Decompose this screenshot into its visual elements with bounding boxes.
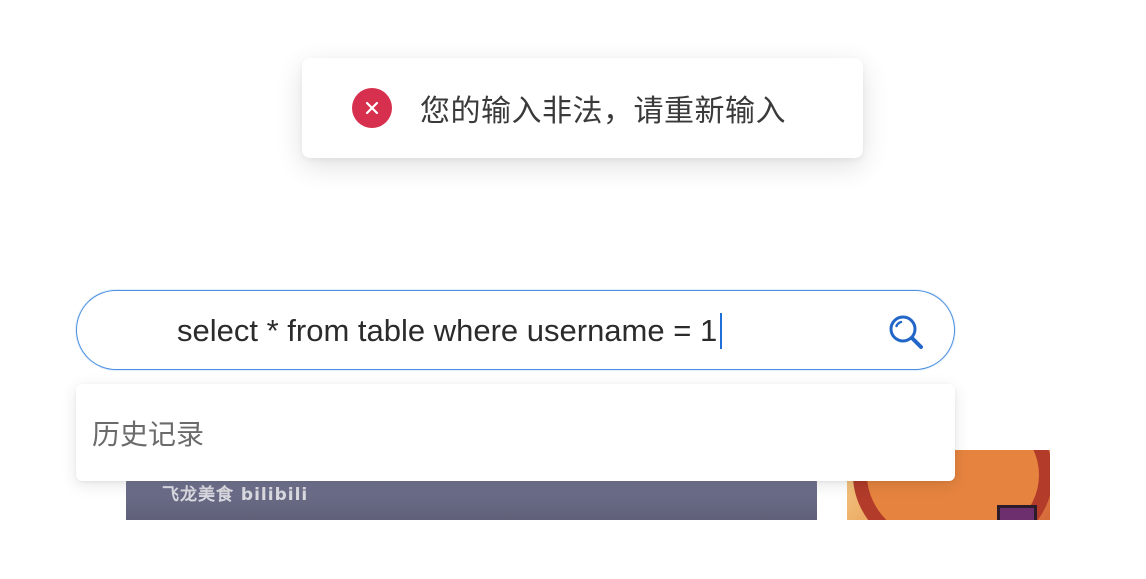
search-button[interactable]	[884, 310, 928, 354]
error-toast: 您的输入非法，请重新输入	[302, 58, 863, 158]
history-label[interactable]: 历史记录	[92, 413, 204, 453]
search-input-value: select * from table where username = 1	[177, 313, 718, 348]
error-circle-icon	[352, 88, 392, 128]
search-history-dropdown: 历史记录	[76, 384, 955, 481]
toast-message: 您的输入非法，请重新输入	[420, 94, 786, 129]
thumbnail-watermark: 飞龙美食 bilibili	[162, 485, 309, 505]
text-caret	[720, 313, 723, 349]
search-input[interactable]: select * from table where username = 1	[177, 309, 807, 353]
search-icon	[889, 315, 923, 349]
thumbnail-art-detail	[997, 505, 1037, 520]
search-bar[interactable]: select * from table where username = 1	[76, 290, 955, 370]
